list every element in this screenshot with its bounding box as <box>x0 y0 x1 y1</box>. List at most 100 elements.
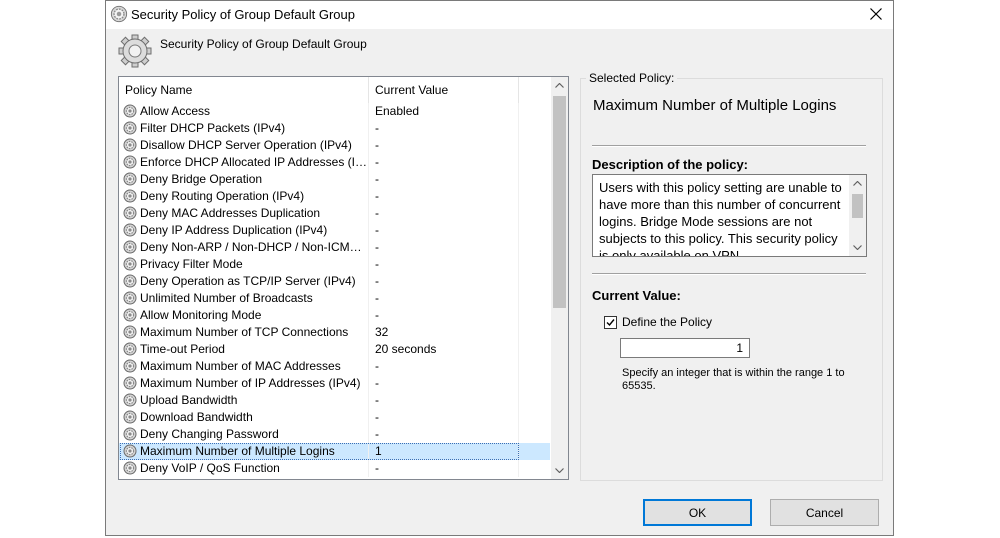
gear-icon <box>123 461 137 475</box>
table-row[interactable]: Upload Bandwidth - <box>119 392 550 409</box>
policy-value-cell: - <box>375 410 379 424</box>
table-row[interactable]: Allow Access Enabled <box>119 103 550 120</box>
table-row[interactable]: Filter DHCP Packets (IPv4) - <box>119 120 550 137</box>
policy-name: Maximum Number of IP Addresses (IPv4) <box>140 376 361 390</box>
table-row[interactable]: Deny Non-ARP / Non-DHCP / Non-ICMPv6 ...… <box>119 239 550 256</box>
grid-line <box>368 375 369 392</box>
policy-value-input[interactable] <box>620 338 750 358</box>
scroll-up-icon[interactable] <box>551 77 568 94</box>
divider <box>592 273 866 275</box>
table-row[interactable]: Download Bandwidth - <box>119 409 550 426</box>
gear-icon <box>123 376 137 390</box>
list-scrollbar[interactable] <box>551 77 568 479</box>
table-row[interactable]: Privacy Filter Mode - <box>119 256 550 273</box>
gear-icon <box>123 291 137 305</box>
policy-name: Deny Routing Operation (IPv4) <box>140 189 305 203</box>
security-policy-dialog: Security Policy of Group Default Group S… <box>105 0 894 536</box>
table-row[interactable]: Allow Monitoring Mode - <box>119 307 550 324</box>
grid-line <box>368 171 369 188</box>
policy-name-cell: Maximum Number of MAC Addresses <box>123 358 367 375</box>
define-policy-row[interactable]: Define the Policy <box>604 314 712 330</box>
table-row[interactable]: Deny Operation as TCP/IP Server (IPv4) - <box>119 273 550 290</box>
scroll-up-icon[interactable] <box>849 175 866 192</box>
grid-line <box>368 443 369 460</box>
gear-icon <box>123 427 137 441</box>
close-button[interactable] <box>859 1 893 28</box>
policy-value-cell: - <box>375 291 379 305</box>
define-policy-checkbox[interactable] <box>604 315 617 329</box>
scroll-thumb[interactable] <box>852 194 863 218</box>
table-row[interactable]: Deny VoIP / QoS Function - <box>119 460 550 477</box>
policy-name-cell: Maximum Number of IP Addresses (IPv4) <box>123 375 367 392</box>
policy-value-cell: 32 <box>375 325 389 339</box>
column-header-policy-name[interactable]: Policy Name <box>119 77 369 103</box>
grid-line <box>518 120 519 137</box>
cancel-button[interactable]: Cancel <box>770 499 879 526</box>
ok-button[interactable]: OK <box>643 499 752 526</box>
table-row[interactable]: Deny Bridge Operation - <box>119 171 550 188</box>
policy-name-cell: Maximum Number of Multiple Logins <box>123 443 367 460</box>
table-row[interactable]: Deny Changing Password - <box>119 426 550 443</box>
policy-name-cell: Deny Changing Password <box>123 426 367 443</box>
policy-name: Privacy Filter Mode <box>140 257 243 271</box>
policy-list[interactable]: Policy Name Current Value Allow Access En… <box>118 76 569 480</box>
gear-icon <box>123 274 137 288</box>
selected-policy-title: Maximum Number of Multiple Logins <box>593 97 837 114</box>
scroll-down-icon[interactable] <box>849 239 866 256</box>
grid-line <box>368 392 369 409</box>
policy-value-cell: - <box>375 223 379 237</box>
table-row[interactable]: Maximum Number of Multiple Logins 1 <box>119 443 550 460</box>
gear-icon <box>123 342 137 356</box>
policy-value-cell: - <box>375 121 379 135</box>
divider <box>592 145 866 147</box>
policy-value-cell: - <box>375 427 379 441</box>
grid-line <box>518 273 519 290</box>
table-row[interactable]: Unlimited Number of Broadcasts - <box>119 290 550 307</box>
policy-name: Download Bandwidth <box>140 410 253 424</box>
grid-line <box>518 239 519 256</box>
scroll-down-icon[interactable] <box>551 462 568 479</box>
table-row[interactable]: Disallow DHCP Server Operation (IPv4) - <box>119 137 550 154</box>
scroll-thumb[interactable] <box>553 96 566 308</box>
table-row[interactable]: Maximum Number of TCP Connections 32 <box>119 324 550 341</box>
close-icon <box>870 8 882 20</box>
header-title: Security Policy of Group Default Group <box>160 37 367 51</box>
policy-value-cell: Enabled <box>375 104 420 118</box>
policy-value-cell: - <box>375 172 379 186</box>
policy-name: Deny Bridge Operation <box>140 172 263 186</box>
gear-icon <box>123 444 137 458</box>
policy-value-cell: 20 seconds <box>375 342 437 356</box>
column-header-current-value[interactable]: Current Value <box>369 77 519 103</box>
policy-name: Unlimited Number of Broadcasts <box>140 291 313 305</box>
window-title: Security Policy of Group Default Group <box>131 7 355 22</box>
policy-name: Disallow DHCP Server Operation (IPv4) <box>140 138 352 152</box>
define-policy-label[interactable]: Define the Policy <box>622 315 712 329</box>
grid-line <box>368 273 369 290</box>
description-scrollbar[interactable] <box>849 175 866 256</box>
grid-line <box>518 290 519 307</box>
grid-line <box>518 324 519 341</box>
gear-icon <box>123 189 137 203</box>
grid-line <box>368 120 369 137</box>
table-row[interactable]: Enforce DHCP Allocated IP Addresses (IPv… <box>119 154 550 171</box>
grid-line <box>518 460 519 477</box>
table-row[interactable]: Deny Routing Operation (IPv4) - <box>119 188 550 205</box>
gear-icon <box>123 325 137 339</box>
description-box[interactable]: Users with this policy setting are unabl… <box>592 174 867 257</box>
table-row[interactable]: Time-out Period 20 seconds <box>119 341 550 358</box>
policy-name: Maximum Number of Multiple Logins <box>140 444 335 458</box>
policy-name-cell: Allow Access <box>123 103 367 120</box>
grid-line <box>368 460 369 477</box>
grid-line <box>368 154 369 171</box>
policy-name-cell: Deny VoIP / QoS Function <box>123 460 367 477</box>
gear-icon <box>123 257 137 271</box>
table-row[interactable]: Deny IP Address Duplication (IPv4) - <box>119 222 550 239</box>
grid-line <box>518 341 519 358</box>
grid-line <box>518 426 519 443</box>
policy-name-cell: Time-out Period <box>123 341 367 358</box>
policy-name: Deny Operation as TCP/IP Server (IPv4) <box>140 274 356 288</box>
table-row[interactable]: Maximum Number of IP Addresses (IPv4) - <box>119 375 550 392</box>
grid-line <box>518 188 519 205</box>
table-row[interactable]: Deny MAC Addresses Duplication - <box>119 205 550 222</box>
table-row[interactable]: Maximum Number of MAC Addresses - <box>119 358 550 375</box>
